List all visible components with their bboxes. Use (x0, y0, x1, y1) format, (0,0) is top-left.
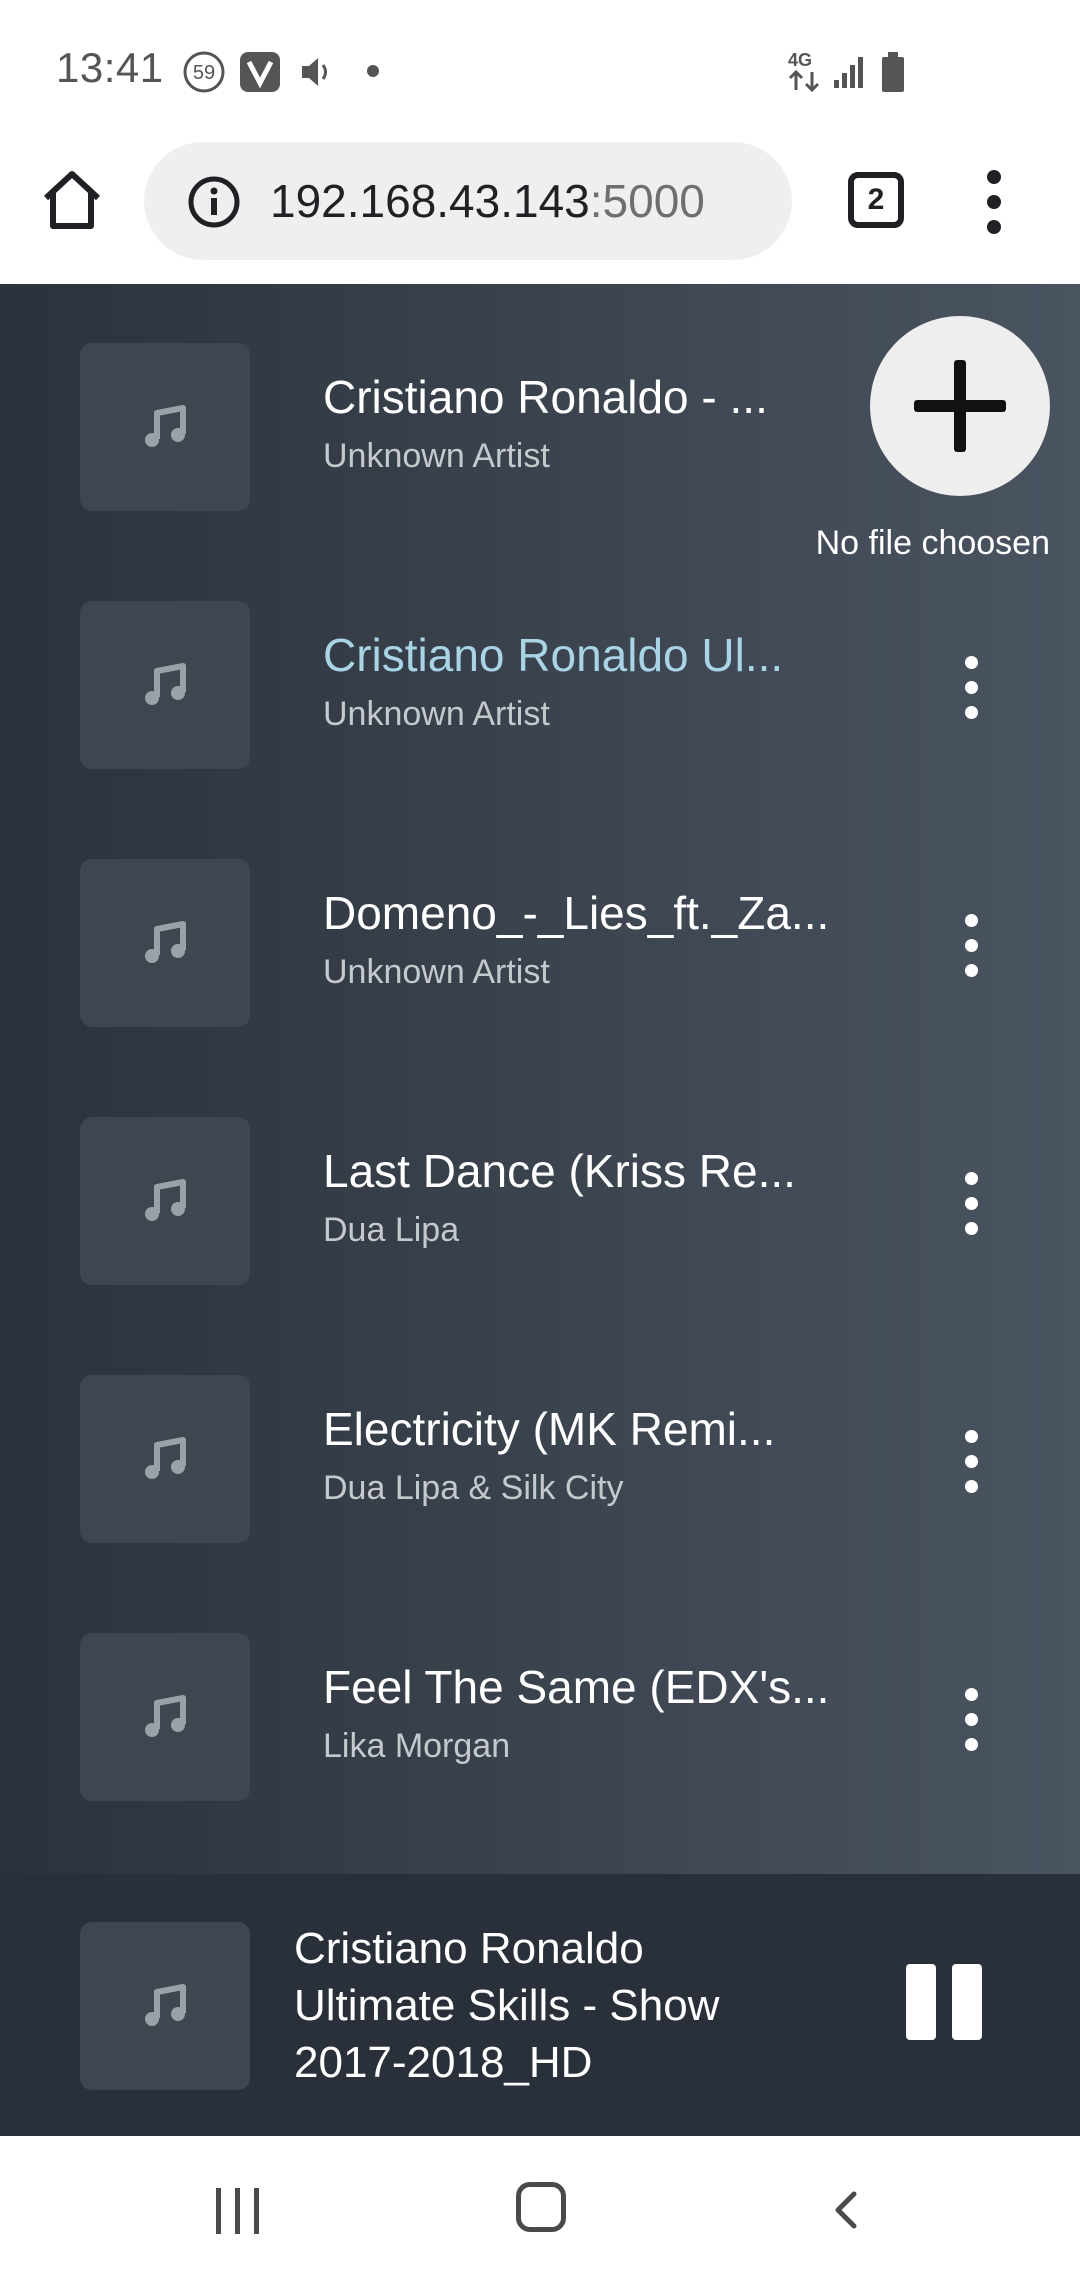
track-title: Electricity (MK Remi... (323, 1403, 776, 1455)
now-playing-bar: Cristiano Ronaldo Ultimate Skills - Show… (0, 1874, 1080, 2136)
track-artist: Dua Lipa (323, 1211, 460, 1249)
url-port: :5000 (589, 175, 705, 227)
url-host: 192.168.43.143 (270, 175, 590, 227)
track-artist: Dua Lipa & Silk City (323, 1469, 624, 1507)
now-playing-thumbnail (80, 1922, 250, 2090)
track-thumbnail (80, 1633, 250, 1801)
now-playing-title: Cristiano Ronaldo Ultimate Skills - Show… (294, 1924, 720, 2087)
music-note-icon (145, 1695, 186, 1737)
url-text[interactable]: 192.168.43.143:5000 (270, 174, 705, 228)
music-note-icon (145, 921, 186, 963)
home-icon[interactable] (40, 168, 104, 232)
volume-icon (302, 58, 327, 86)
track-title: Cristiano Ronaldo - ... (323, 371, 768, 423)
system-nav-bar (0, 2136, 1080, 2280)
more-options-icon[interactable] (952, 1684, 992, 1754)
add-file-button[interactable] (870, 316, 1050, 496)
tab-switcher-button[interactable]: 2 (848, 172, 904, 228)
status-bar: 13:41 59 4G (0, 0, 1080, 142)
track-artist: Unknown Artist (323, 437, 550, 475)
system-home-icon[interactable] (516, 2182, 566, 2232)
track-title: Domeno_-_Lies_ft._Za... (323, 887, 830, 939)
track-item[interactable]: Domeno_-_Lies_ft._Za... Unknown Artist (0, 800, 1080, 1058)
recent-apps-icon[interactable] (214, 2188, 262, 2234)
track-item[interactable]: Last Dance (Kriss Re... Dua Lipa (0, 1058, 1080, 1316)
track-title: Cristiano Ronaldo Ul... (323, 629, 784, 681)
track-artist: Unknown Artist (323, 695, 550, 733)
track-thumbnail (80, 343, 250, 511)
track-thumbnail (80, 1117, 250, 1285)
more-options-icon[interactable] (952, 1168, 992, 1238)
track-thumbnail (80, 601, 250, 769)
browser-menu-icon[interactable] (976, 166, 1016, 238)
info-icon[interactable] (188, 176, 240, 228)
more-options-icon[interactable] (952, 1426, 992, 1496)
v-app-icon (240, 52, 280, 92)
4g-data-icon: 4G (788, 50, 820, 93)
track-item[interactable]: Cristiano Ronaldo Ul... Unknown Artist (0, 542, 1080, 800)
signal-icon (834, 57, 863, 88)
music-note-icon (145, 1437, 186, 1479)
notification-count-text: 59 (193, 62, 215, 84)
notification-count-icon: 59 (183, 51, 225, 93)
pause-button[interactable] (906, 1964, 982, 2040)
music-note-icon (145, 1984, 186, 2026)
network-label: 4G (788, 50, 812, 70)
status-time: 13:41 (56, 44, 164, 91)
address-bar[interactable]: 192.168.43.143:5000 (144, 142, 792, 260)
music-note-icon (145, 663, 186, 705)
browser-toolbar: 192.168.43.143:5000 2 (0, 142, 1080, 284)
track-item[interactable]: Electricity (MK Remi... Dua Lipa & Silk … (0, 1316, 1080, 1574)
track-thumbnail (80, 859, 250, 1027)
playlist: Cristiano Ronaldo - ... Unknown Artist N… (0, 284, 1080, 1874)
track-title: Last Dance (Kriss Re... (323, 1145, 796, 1197)
more-options-icon[interactable] (952, 910, 992, 980)
track-item[interactable]: Feel The Same (EDX's... Lika Morgan (0, 1574, 1080, 1832)
track-artist: Lika Morgan (323, 1727, 511, 1765)
music-note-icon (145, 405, 186, 447)
dot-icon (367, 65, 379, 77)
track-artist: Unknown Artist (323, 953, 550, 991)
track-thumbnail (80, 1375, 250, 1543)
more-options-icon[interactable] (952, 652, 992, 722)
back-icon[interactable] (826, 2190, 866, 2230)
battery-icon (882, 52, 904, 92)
track-title: Feel The Same (EDX's... (323, 1661, 830, 1713)
music-note-icon (145, 1179, 186, 1221)
